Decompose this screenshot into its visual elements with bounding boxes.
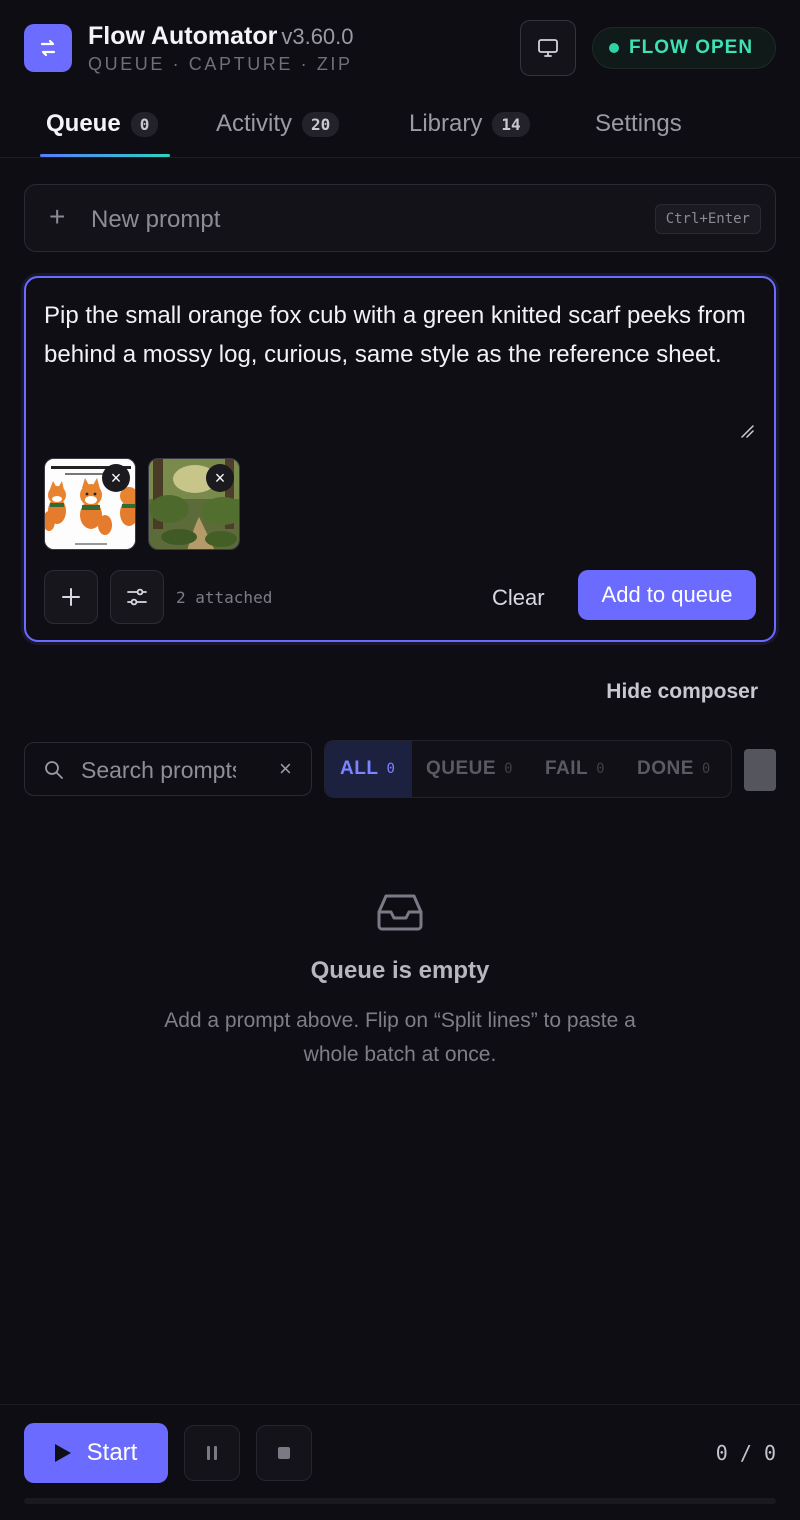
tab-activity[interactable]: Activity 20 xyxy=(216,110,340,138)
overflow-scroll-handle[interactable] xyxy=(744,749,776,791)
filter-fail[interactable]: FAIL 0 xyxy=(545,741,605,797)
prompt-composer: Pip the small orange fox cub with a gree… xyxy=(24,276,776,642)
app-name: Flow Automator xyxy=(88,22,278,50)
clear-search-icon[interactable]: × xyxy=(279,756,292,782)
pause-button[interactable] xyxy=(184,1425,240,1481)
tab-label: Settings xyxy=(595,110,682,137)
stop-icon xyxy=(278,1447,290,1459)
filter-count: 0 xyxy=(504,761,514,777)
progress-bar xyxy=(24,1498,776,1504)
remove-attachment-button[interactable]: × xyxy=(102,464,130,492)
run-controls-footer: Start 0 / 0 xyxy=(0,1404,800,1520)
prompt-settings-button[interactable] xyxy=(110,570,164,624)
resize-handle-icon[interactable] xyxy=(740,424,754,438)
start-label: Start xyxy=(86,1439,138,1466)
filter-label: QUEUE xyxy=(426,758,497,779)
search-box: × xyxy=(24,742,312,796)
app-subtitle: QUEUE · CAPTURE · ZIP xyxy=(88,54,353,74)
status-dot-icon xyxy=(609,43,619,53)
attached-count: 2 attached xyxy=(176,588,273,607)
start-button[interactable]: Start xyxy=(24,1423,168,1483)
plus-icon xyxy=(62,588,80,606)
inbox-icon xyxy=(377,894,423,931)
empty-state-title: Queue is empty xyxy=(310,957,490,984)
tab-count-badge: 0 xyxy=(130,111,159,137)
tab-settings[interactable]: Settings xyxy=(595,110,682,138)
clear-button[interactable]: Clear xyxy=(492,585,545,611)
hide-composer-button[interactable]: Hide composer xyxy=(606,680,758,704)
tab-library[interactable]: Library 14 xyxy=(409,110,530,138)
empty-state-description: Add a prompt above. Flip on “Split lines… xyxy=(164,1009,636,1066)
prompt-textarea[interactable]: Pip the small orange fox cub with a gree… xyxy=(44,296,756,374)
app-title: Flow Automator v3.60.0 xyxy=(88,22,354,51)
app-header: Flow Automator v3.60.0 QUEUE · CAPTURE · … xyxy=(0,0,800,96)
flow-status-badge: FLOW OPEN xyxy=(592,27,776,69)
attachment-thumbnail-reference-sheet[interactable]: × xyxy=(44,458,136,550)
search-icon xyxy=(45,761,63,779)
monitor-icon xyxy=(538,39,558,57)
tab-count-badge: 20 xyxy=(302,111,340,137)
new-prompt-bar[interactable]: + New prompt Ctrl+Enter xyxy=(24,184,776,252)
add-to-queue-button[interactable]: Add to queue xyxy=(578,570,756,620)
add-attachment-button[interactable] xyxy=(44,570,98,624)
filter-count: 0 xyxy=(386,761,396,777)
pause-icon xyxy=(207,1446,217,1460)
tab-count-badge: 14 xyxy=(492,111,530,137)
tab-queue[interactable]: Queue 0 xyxy=(46,110,159,138)
filter-label: FAIL xyxy=(545,758,589,779)
new-prompt-label: New prompt xyxy=(91,206,221,233)
monitor-button[interactable] xyxy=(520,20,576,76)
progress-counter: 0 / 0 xyxy=(715,1441,776,1465)
tab-label: Queue xyxy=(46,110,121,137)
stop-button[interactable] xyxy=(256,1425,312,1481)
swap-arrows-icon xyxy=(24,24,72,72)
sliders-icon xyxy=(127,588,147,606)
flow-status-text: FLOW OPEN xyxy=(629,37,754,58)
app-version: v3.60.0 xyxy=(281,24,354,49)
filter-all[interactable]: ALL 0 xyxy=(325,741,412,797)
attachment-thumbnail-forest[interactable]: × xyxy=(148,458,240,550)
filter-queue[interactable]: QUEUE 0 xyxy=(426,741,513,797)
play-icon xyxy=(54,1444,71,1462)
search-input[interactable] xyxy=(81,755,236,785)
plus-icon: + xyxy=(49,201,66,232)
filter-count: 0 xyxy=(596,761,606,777)
tab-label: Activity xyxy=(216,110,293,137)
filter-label: ALL xyxy=(340,758,379,779)
shortcut-hint: Ctrl+Enter xyxy=(654,204,761,234)
active-tab-indicator xyxy=(40,154,170,157)
filter-done[interactable]: DONE 0 xyxy=(637,741,711,797)
tab-bar: Queue 0 Activity 20 Library 14 Settings xyxy=(0,96,800,158)
filter-count: 0 xyxy=(701,761,711,777)
filter-label: DONE xyxy=(637,758,694,779)
remove-attachment-button[interactable]: × xyxy=(206,464,234,492)
tab-label: Library xyxy=(409,110,483,137)
status-filter-group: ALL 0 QUEUE 0 FAIL 0 DONE 0 xyxy=(324,740,732,798)
